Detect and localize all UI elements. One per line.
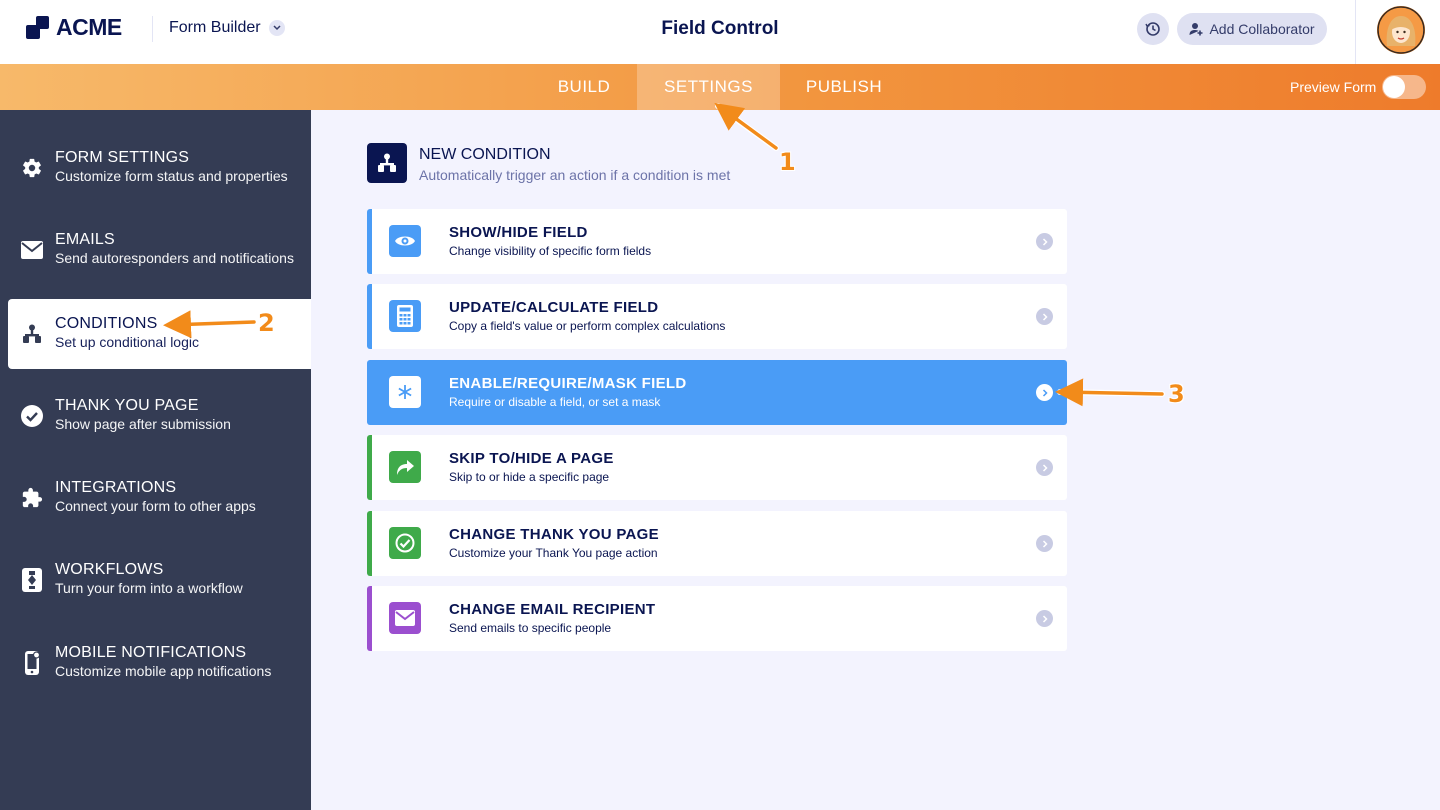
condition-card-title: CHANGE EMAIL RECIPIENT [449,601,656,618]
sidebar-item-title: THANK YOU PAGE [55,397,199,414]
chevron-right-icon[interactable] [1036,308,1053,325]
annotation-arrow-3 [1055,378,1165,407]
add-collaborator-label: Add Collaborator [1209,21,1315,37]
sidebar-item-title: EMAILS [55,231,115,248]
condition-card-subtitle: Skip to or hide a specific page [449,470,610,484]
condition-card-subtitle: Copy a field's value or perform complex … [449,319,726,333]
chevron-right-icon[interactable] [1036,610,1053,627]
sidebar-item-workflows[interactable]: WORKFLOWS Turn your form into a workflow [0,545,311,615]
hierarchy-icon [367,143,407,183]
condition-card-subtitle: Require or disable a field, or set a mas… [449,395,661,409]
new-condition-title: NEW CONDITION [419,146,551,163]
condition-card-change-email-recipient[interactable]: CHANGE EMAIL RECIPIENT Send emails to sp… [367,586,1067,651]
mobile-icon [20,651,44,675]
check-circle-icon [20,404,44,428]
condition-card-update-calculate-field[interactable]: UPDATE/CALCULATE FIELD Copy a field's va… [367,284,1067,349]
preview-form-label: Preview Form [1290,79,1377,95]
sidebar-item-title: CONDITIONS [55,315,158,332]
sidebar-item-title: INTEGRATIONS [55,479,177,496]
chevron-right-icon[interactable] [1036,233,1053,250]
tab-settings[interactable]: SETTINGS [637,64,780,110]
sidebar-item-subtitle: Show page after submission [55,416,231,432]
settings-sidebar: FORM SETTINGS Customize form status and … [0,110,311,810]
condition-card-title: SHOW/HIDE FIELD [449,224,588,241]
condition-card-title: UPDATE/CALCULATE FIELD [449,299,659,316]
condition-card-subtitle: Customize your Thank You page action [449,546,658,560]
annotation-number-3: 3 [1168,380,1185,408]
preview-form-toggle[interactable] [1382,75,1426,99]
sidebar-item-title: MOBILE NOTIFICATIONS [55,644,247,661]
puzzle-icon [20,486,44,510]
sidebar-item-integrations[interactable]: INTEGRATIONS Connect your form to other … [0,463,311,533]
toggle-knob [1383,76,1405,98]
top-header: ACME Form Builder Field Control Add Coll… [0,0,1440,64]
top-nav-bar: BUILD SETTINGS PUBLISH Preview Form [0,64,1440,110]
chevron-right-icon[interactable] [1036,535,1053,552]
history-button[interactable] [1137,13,1169,45]
avatar[interactable] [1377,6,1425,54]
redirect-arrow-icon [389,451,421,483]
eye-icon [389,225,421,257]
asterisk-icon [389,376,421,408]
condition-card-change-thank-you-page[interactable]: CHANGE THANK YOU PAGE Customize your Tha… [367,511,1067,576]
sidebar-item-subtitle: Customize form status and properties [55,168,288,184]
calculator-icon [389,300,421,332]
condition-card-show-hide-field[interactable]: SHOW/HIDE FIELD Change visibility of spe… [367,209,1067,274]
sidebar-item-subtitle: Customize mobile app notifications [55,663,272,679]
sidebar-item-subtitle: Turn your form into a workflow [55,580,243,596]
sidebar-item-mobile-notifications[interactable]: MOBILE NOTIFICATIONS Customize mobile ap… [0,628,311,698]
annotation-arrow-1 [714,102,779,151]
sidebar-item-title: WORKFLOWS [55,561,164,578]
history-icon [1145,22,1160,36]
check-badge-icon [389,527,421,559]
condition-card-title: SKIP TO/HIDE A PAGE [449,450,614,467]
envelope-icon [389,602,421,634]
chevron-right-icon[interactable] [1036,459,1053,476]
condition-card-enable-require-mask-field[interactable]: ENABLE/REQUIRE/MASK FIELD Require or dis… [367,360,1067,425]
gear-icon [20,156,44,180]
tab-build[interactable]: BUILD [540,64,628,110]
condition-card-title: CHANGE THANK YOU PAGE [449,526,659,543]
add-collaborator-button[interactable]: Add Collaborator [1177,13,1327,45]
new-condition-subtitle: Automatically trigger an action if a con… [419,167,731,183]
sidebar-item-subtitle: Set up conditional logic [55,334,199,350]
add-user-icon [1189,23,1203,36]
sidebar-item-title: FORM SETTINGS [55,149,190,166]
tab-publish[interactable]: PUBLISH [790,64,898,110]
annotation-number-2: 2 [258,309,275,337]
sidebar-item-thank-you-page[interactable]: THANK YOU PAGE Show page after submissio… [0,381,311,451]
workflow-icon [20,568,44,592]
annotation-number-1: 1 [779,148,796,176]
envelope-icon [20,238,44,262]
sidebar-item-emails[interactable]: EMAILS Send autoresponders and notificat… [0,215,311,285]
hierarchy-icon [20,322,44,346]
sidebar-item-form-settings[interactable]: FORM SETTINGS Customize form status and … [0,133,311,203]
condition-card-title: ENABLE/REQUIRE/MASK FIELD [449,375,687,392]
condition-card-subtitle: Change visibility of specific form field… [449,244,652,258]
condition-card-skip-hide-page[interactable]: SKIP TO/HIDE A PAGE Skip to or hide a sp… [367,435,1067,500]
avatar-divider [1355,0,1356,64]
sidebar-item-subtitle: Send autoresponders and notifications [55,250,294,266]
chevron-right-icon[interactable] [1036,384,1053,401]
condition-card-subtitle: Send emails to specific people [449,621,612,635]
sidebar-item-subtitle: Connect your form to other apps [55,498,256,514]
